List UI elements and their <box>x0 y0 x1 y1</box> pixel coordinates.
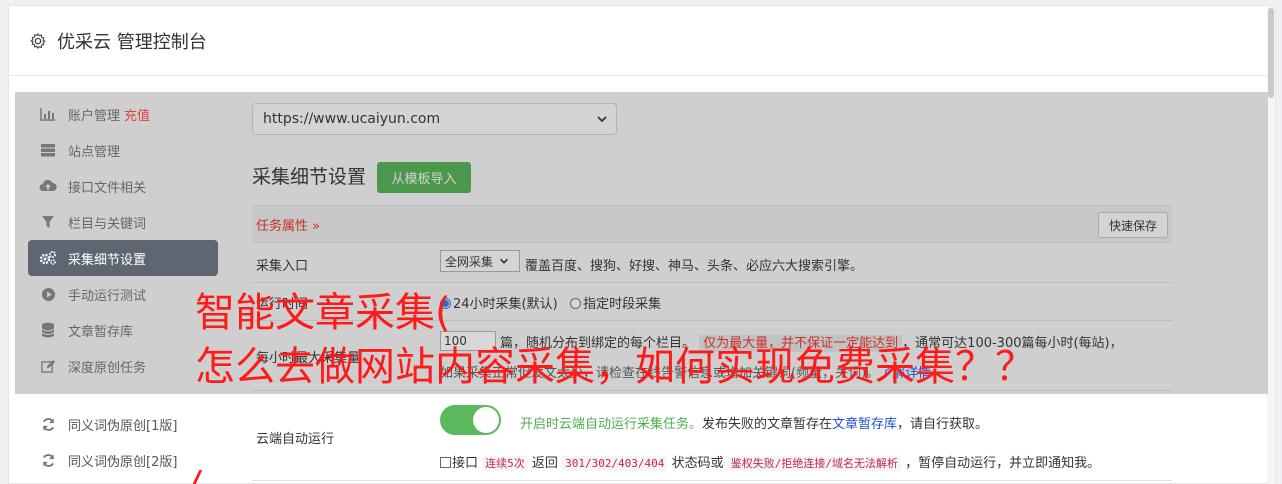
edit-icon <box>39 357 57 375</box>
site-url-value: https://www.ucaiyun.com <box>263 111 441 127</box>
entry-label: 采集入口 <box>256 259 309 274</box>
page-title: 优采云 管理控制台 <box>57 31 207 53</box>
code-status: 301/302/403/404 <box>562 456 668 471</box>
server-icon <box>39 141 57 159</box>
section-title: 采集细节设置 <box>252 166 367 188</box>
cloud-run-mid-text: 发布失败的文章暂存在 <box>702 417 833 432</box>
sidebar-item-label: 同义词伪原创[1版] <box>68 418 178 434</box>
code-auth-fail: 鉴权失败/拒绝连接/域名无法解析 <box>727 456 901 471</box>
sidebar-item-label: 手动运行测试 <box>68 288 147 304</box>
site-url-select[interactable]: https://www.ucaiyun.com <box>252 103 617 135</box>
cloud-run-end-text: ，请自行获取。 <box>897 417 989 432</box>
recharge-link[interactable]: 充值 <box>124 105 150 124</box>
play-circle-icon <box>39 285 57 303</box>
cloud-run-toggle[interactable] <box>440 405 501 435</box>
headline-line1: 智能文章采集( <box>195 290 451 336</box>
cloud-run-green-text: 开启时云端自动运行采集任务。 <box>520 417 703 432</box>
gear-icon <box>30 32 46 49</box>
pause-cb-label: 接口 <box>452 456 479 471</box>
sidebar-item-collect-settings[interactable]: 采集细节设置 <box>28 240 218 276</box>
gears-icon <box>39 249 57 267</box>
chevron-down-icon <box>597 116 607 123</box>
sidebar-item-article-store[interactable]: 文章暂存库 <box>28 312 218 348</box>
database-icon <box>39 321 57 339</box>
code-consecutive: 连续5次 <box>482 456 528 471</box>
bar-chart-icon <box>39 105 57 123</box>
text-return: 返回 <box>531 456 558 471</box>
sidebar-lower: 同义词伪原创[1版] 同义词伪原创[2版] <box>28 406 218 478</box>
entry-select[interactable]: 全网采集 <box>440 250 520 272</box>
sidebar-item-label: 账户管理 <box>68 108 121 124</box>
row-divider <box>252 282 1172 283</box>
page-scrollbar[interactable] <box>1267 6 1275 484</box>
headline-line2: 怎么去做网站内容采集，如何实现免费采集？？ <box>195 344 1035 390</box>
sidebar-item-label: 同义词伪原创[2版] <box>68 454 178 470</box>
sidebar-item-manual-run[interactable]: 手动运行测试 <box>28 276 218 312</box>
entry-select-value: 全网采集 <box>445 254 494 269</box>
sidebar-item-label: 采集细节设置 <box>68 252 147 268</box>
card-header: 优采云 管理控制台 <box>9 6 1275 76</box>
sidebar-item-label: 站点管理 <box>68 144 121 160</box>
quick-save-button[interactable]: 快速保存 <box>1098 212 1168 238</box>
sidebar-item-interface-files[interactable]: 接口文件相关 <box>28 168 218 204</box>
sidebar-item-columns-keywords[interactable]: 栏目与关键词 <box>28 204 218 240</box>
scrollbar-thumb[interactable] <box>1268 8 1274 98</box>
refresh-icon <box>39 451 57 469</box>
sidebar: 账户管理 充值 站点管理 接口文件相关 栏目与关键词 采集细节设置 手动运行测试 <box>28 96 218 384</box>
pause-checkbox[interactable] <box>440 457 451 468</box>
cloud-run-label: 云端自动运行 <box>256 432 335 447</box>
sidebar-item-sites[interactable]: 站点管理 <box>28 132 218 168</box>
text-pause: ，暂停自动运行，并立即通知我。 <box>905 456 1101 471</box>
article-store-link[interactable]: 文章暂存库 <box>832 417 897 432</box>
headline-overlay: 智能文章采集( 怎么去做网站内容采集，如何实现免费采集？？ <box>195 286 1035 394</box>
sidebar-item-deep-original[interactable]: 深度原创任务 <box>28 348 218 384</box>
sidebar-item-label: 文章暂存库 <box>68 324 134 340</box>
refresh-icon <box>39 415 57 433</box>
entry-description: 覆盖百度、搜狗、好搜、神马、头条、必应六大搜索引擎。 <box>525 259 864 274</box>
sidebar-item-label: 深度原创任务 <box>68 360 147 376</box>
cloud-upload-icon <box>39 177 57 195</box>
sidebar-item-label: 栏目与关键词 <box>68 216 147 232</box>
cloud-run-desc: 开启时云端自动运行采集任务。发布失败的文章暂存在文章暂存库，请自行获取。 <box>520 413 988 432</box>
table-header-bar <box>252 205 1172 243</box>
row-divider <box>252 480 1172 481</box>
sidebar-item-synonym-v2[interactable]: 同义词伪原创[2版] <box>28 442 218 478</box>
sidebar-item-label: 接口文件相关 <box>68 180 147 196</box>
sidebar-item-synonym-v1[interactable]: 同义词伪原创[1版] <box>28 406 218 442</box>
task-attributes-toggle[interactable]: 任务属性 » <box>256 215 320 234</box>
text-status-or: 状态码或 <box>671 456 724 471</box>
filter-icon <box>39 213 57 231</box>
import-template-button[interactable]: 从模板导入 <box>377 162 471 193</box>
toggle-knob <box>473 407 499 433</box>
sidebar-item-account[interactable]: 账户管理 充值 <box>28 96 218 132</box>
chevron-down-icon <box>500 258 508 264</box>
cloud-run-pause-rule: 接口 连续5次 返回 301/302/403/404 状态码或 鉴权失败/拒绝连… <box>440 452 1100 471</box>
